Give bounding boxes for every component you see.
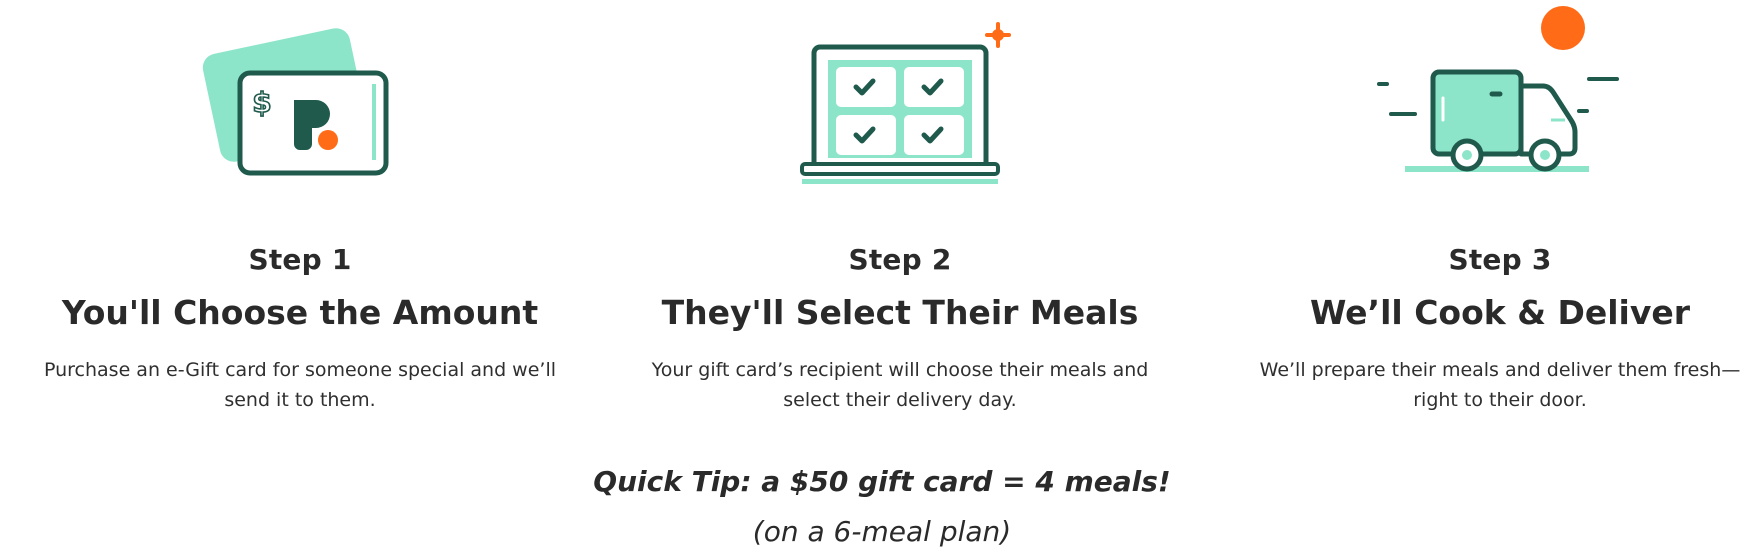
gift-card-icon: $: [202, 28, 389, 176]
step-label: Step 3: [1448, 243, 1552, 276]
how-it-works-steps: $ Step 1 You'll Choose the Amount Purcha…: [0, 0, 1764, 420]
delivery-truck-icon: [1377, 6, 1619, 172]
sparkle-icon: [985, 22, 1011, 48]
step-title: They'll Select Their Meals: [661, 293, 1139, 332]
svg-text:$: $: [252, 86, 271, 119]
step-description: Your gift card’s recipient will choose t…: [651, 359, 1149, 411]
laptop-illustration: [600, 0, 1200, 200]
step-title: We’ll Cook & Deliver: [1309, 293, 1691, 332]
quick-tip: Quick Tip: a $50 gift card = 4 meals!: [593, 465, 1171, 498]
gift-card-illustration: $: [0, 0, 600, 200]
sun-icon: [1541, 6, 1585, 50]
step-title: You'll Choose the Amount: [61, 293, 539, 332]
step-description: We’ll prepare their meals and deliver th…: [1259, 359, 1741, 411]
quick-tip-note: (on a 6-meal plan): [752, 515, 1012, 548]
step-label: Step 2: [848, 243, 952, 276]
delivery-illustration: [1200, 0, 1764, 200]
step-description: Purchase an e-Gift card for someone spec…: [43, 359, 557, 411]
laptop-meal-selection-icon: [800, 22, 1011, 184]
step-label: Step 1: [248, 243, 352, 276]
